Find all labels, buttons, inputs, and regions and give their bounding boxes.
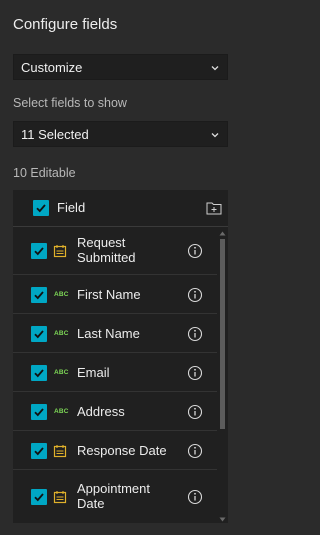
text-type-icon: ABC (54, 291, 69, 298)
scroll-down-arrow-icon[interactable] (219, 517, 226, 522)
info-icon[interactable] (187, 326, 203, 342)
editable-count-label: 10 Editable (13, 166, 76, 180)
list-item[interactable]: ABC Email (13, 353, 217, 392)
field-checkbox[interactable] (31, 365, 47, 381)
info-icon[interactable] (187, 489, 203, 505)
list-item[interactable]: Response Date (13, 431, 217, 470)
folder-add-icon[interactable] (206, 201, 222, 215)
checkmark-icon (34, 408, 44, 417)
list-item[interactable]: ABC Address (13, 392, 217, 431)
field-checkbox[interactable] (31, 443, 47, 459)
list-item[interactable]: ABC First Name (13, 275, 217, 314)
field-label: Last Name (77, 326, 140, 341)
field-label: First Name (77, 287, 141, 302)
list-item[interactable]: ABC Last Name (13, 314, 217, 353)
field-label: Response Date (77, 443, 167, 458)
scrollbar[interactable] (219, 231, 226, 522)
field-checkbox[interactable] (31, 326, 47, 342)
checkmark-icon (34, 369, 44, 378)
fields-select-label: Select fields to show (13, 96, 127, 110)
fields-select[interactable]: 11 Selected (13, 121, 228, 147)
field-label: Email (77, 365, 110, 380)
info-icon[interactable] (187, 404, 203, 420)
info-icon[interactable] (187, 365, 203, 381)
chevron-down-icon (211, 66, 219, 71)
field-column-header: Field (57, 200, 86, 215)
mode-select[interactable]: Customize (13, 54, 228, 80)
field-checkbox[interactable] (31, 287, 47, 303)
checkmark-icon (36, 204, 46, 213)
info-icon[interactable] (187, 443, 203, 459)
chevron-down-icon (211, 133, 219, 138)
checkmark-icon (34, 447, 44, 456)
list-item[interactable]: Appointment Date (13, 470, 217, 524)
list-item[interactable]: Request Submitted (13, 227, 217, 275)
field-checkbox[interactable] (31, 404, 47, 420)
text-type-icon: ABC (54, 330, 69, 337)
fields-select-value: 11 Selected (21, 126, 89, 142)
calendar-icon (53, 491, 67, 504)
info-icon[interactable] (187, 243, 203, 259)
scrollbar-thumb[interactable] (220, 239, 225, 429)
field-list-panel: Field Request Submitted ABC First Name A… (13, 190, 228, 523)
select-all-checkbox[interactable] (33, 200, 49, 216)
checkmark-icon (34, 247, 44, 256)
field-label: Appointment Date (77, 481, 150, 511)
calendar-icon (53, 245, 67, 258)
checkmark-icon (34, 330, 44, 339)
field-list: Request Submitted ABC First Name ABC Las… (13, 226, 228, 523)
page-title: Configure fields (13, 16, 118, 33)
field-label: Address (77, 404, 125, 419)
field-list-header: Field (13, 190, 228, 226)
field-label: Request Submitted (77, 235, 136, 265)
scroll-up-arrow-icon[interactable] (219, 231, 226, 236)
field-checkbox[interactable] (31, 489, 47, 505)
text-type-icon: ABC (54, 369, 69, 376)
field-checkbox[interactable] (31, 243, 47, 259)
checkmark-icon (34, 291, 44, 300)
mode-select-value: Customize (21, 59, 83, 75)
text-type-icon: ABC (54, 408, 69, 415)
checkmark-icon (34, 493, 44, 502)
info-icon[interactable] (187, 287, 203, 303)
calendar-icon (53, 445, 67, 458)
